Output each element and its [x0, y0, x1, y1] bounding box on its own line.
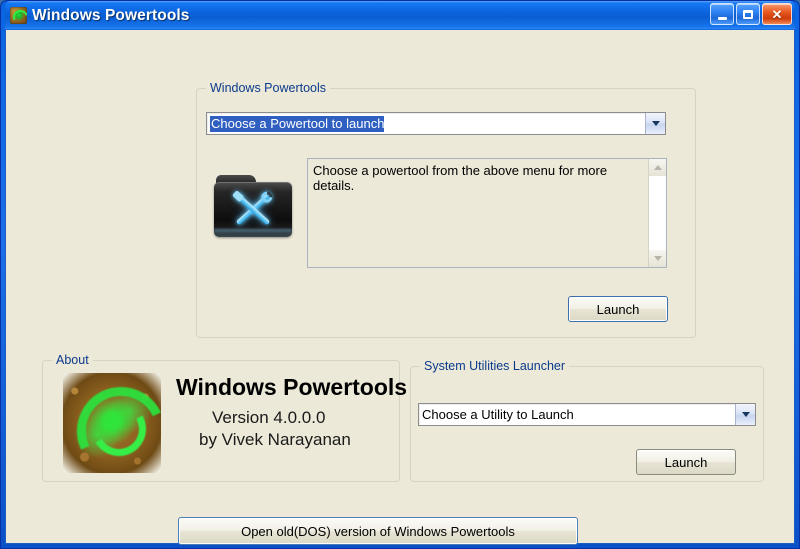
open-dos-version-button[interactable]: Open old(DOS) version of Windows Powerto… — [178, 517, 578, 545]
client-area: Windows Powertools Choose a Powertool to… — [5, 30, 795, 545]
chevron-down-icon — [741, 412, 750, 417]
chevron-up-icon — [653, 165, 662, 170]
close-button[interactable]: ✕ — [762, 3, 792, 25]
utility-select-arrow-button[interactable] — [735, 404, 755, 425]
launch-powertool-button[interactable]: Launch — [568, 296, 668, 322]
about-app-version: Version 4.0.0.0 — [212, 408, 326, 427]
powertools-group-label: Windows Powertools — [206, 81, 331, 95]
powertool-select[interactable]: Choose a Powertool to launch — [206, 112, 666, 135]
powertool-select-arrow-button[interactable] — [645, 113, 665, 134]
folder-body — [214, 182, 292, 237]
title-bar[interactable]: Windows Powertools ✕ — [5, 1, 795, 30]
tools-folder-icon — [214, 175, 292, 237]
scroll-up-button[interactable] — [649, 159, 666, 176]
app-spiral-icon — [10, 7, 27, 24]
application-window: Windows Powertools ✕ Windows Powertools … — [0, 0, 800, 549]
launch-utility-button[interactable]: Launch — [636, 449, 736, 475]
minimize-icon — [711, 4, 733, 24]
powertool-select-value: Choose a Powertool to launch — [210, 115, 385, 132]
details-scrollbar[interactable] — [648, 159, 666, 267]
green-spiral-logo — [63, 373, 161, 473]
minimize-button[interactable] — [710, 3, 734, 25]
powertool-details-textarea[interactable]: Choose a powertool from the above menu f… — [307, 158, 667, 268]
scroll-down-button[interactable] — [649, 250, 666, 267]
window-title: Windows Powertools — [32, 6, 190, 24]
window-controls: ✕ — [710, 3, 792, 25]
utilities-group-label: System Utilities Launcher — [420, 359, 570, 373]
scrollbar-track[interactable] — [649, 176, 666, 250]
folder-glow — [214, 229, 292, 234]
maximize-icon — [737, 4, 759, 24]
close-icon: ✕ — [771, 6, 783, 22]
powertool-details-text: Choose a powertool from the above menu f… — [313, 163, 608, 193]
chevron-down-icon — [651, 121, 660, 126]
maximize-button[interactable] — [736, 3, 760, 25]
about-group-label: About — [52, 353, 93, 367]
about-app-title: Windows Powertools — [176, 374, 408, 400]
utility-select[interactable]: Choose a Utility to Launch — [418, 403, 756, 426]
utility-select-value: Choose a Utility to Launch — [422, 407, 574, 422]
chevron-down-icon — [653, 256, 662, 261]
about-app-author: by Vivek Narayanan — [199, 430, 351, 449]
